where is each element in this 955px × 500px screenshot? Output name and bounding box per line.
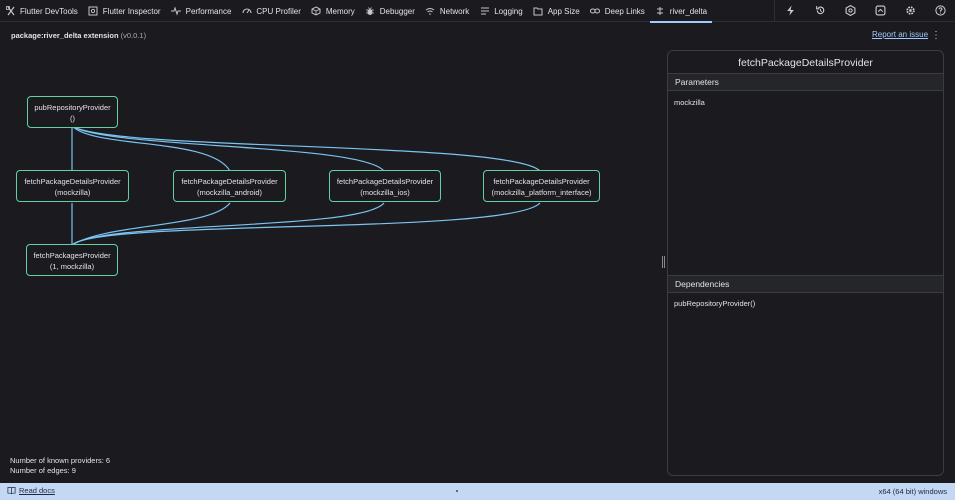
memory-icon xyxy=(311,6,322,17)
node-label: fetchPackagesProvider xyxy=(33,251,111,260)
graph-edge xyxy=(71,125,385,172)
export-button[interactable] xyxy=(865,0,895,22)
tab-label: river_delta xyxy=(669,6,708,16)
graph-node[interactable]: fetchPackageDetailsProvider (mockzilla_i… xyxy=(329,170,441,202)
tab-flutter-devtools[interactable]: Flutter DevTools xyxy=(0,0,83,22)
provider-count: Number of known providers: 6 xyxy=(10,456,111,465)
report-issue-link[interactable]: Report an issue xyxy=(872,30,928,39)
tab-label: Performance xyxy=(185,6,232,16)
tab-label: CPU Profiler xyxy=(256,6,301,16)
status-separator xyxy=(456,490,458,492)
graph-edge xyxy=(71,202,231,246)
performance-overlay-icon xyxy=(845,4,856,18)
hot-restart-icon xyxy=(815,5,826,18)
tab-label: Debugger xyxy=(379,6,415,16)
node-label: fetchPackageDetailsProvider xyxy=(181,177,278,186)
package-version: (v0.0.1) xyxy=(120,31,147,40)
edge-count: Number of edges: 9 xyxy=(10,466,76,475)
graph-node[interactable]: pubRepositoryProvider () xyxy=(27,96,118,128)
app-size-icon xyxy=(533,6,544,17)
settings-button[interactable] xyxy=(895,0,925,22)
node-args: () xyxy=(70,114,75,123)
inspector-icon xyxy=(88,6,99,17)
performance-overlay-button[interactable] xyxy=(835,0,865,22)
export-icon xyxy=(875,5,886,18)
node-args: (mockzilla) xyxy=(54,188,91,197)
node-label: fetchPackageDetailsProvider xyxy=(24,177,121,186)
tab-debugger[interactable]: Debugger xyxy=(360,0,420,22)
tab-label: App Size xyxy=(547,6,580,16)
debugger-icon xyxy=(365,6,376,17)
flutter-devtools-icon xyxy=(5,6,16,17)
parameters-value: mockzilla xyxy=(674,98,705,107)
hot-reload-button[interactable] xyxy=(775,0,805,22)
tab-label: Deep Links xyxy=(604,6,645,16)
graph-node[interactable]: fetchPackagesProvider (1, mockzilla) xyxy=(26,244,118,276)
tab-performance[interactable]: Performance xyxy=(166,0,237,22)
settings-icon xyxy=(905,5,916,18)
graph-node[interactable]: fetchPackageDetailsProvider (mockzilla_p… xyxy=(483,170,600,202)
tab-deep-links[interactable]: Deep Links xyxy=(585,0,650,22)
dependencies-heading: Dependencies xyxy=(668,275,943,293)
tab-label: Memory xyxy=(325,6,355,16)
extension-icon xyxy=(655,6,666,17)
split-divider-handle[interactable] xyxy=(661,256,665,268)
help-icon xyxy=(934,4,946,18)
provider-details-panel: fetchPackageDetailsProvider Parameters m… xyxy=(667,50,944,476)
node-label: fetchPackageDetailsProvider xyxy=(336,177,434,186)
toolbar-actions xyxy=(774,0,955,22)
platform-info: x64 (64 bit) windows xyxy=(878,487,947,496)
tab-app-size[interactable]: App Size xyxy=(528,0,585,22)
tab-logging[interactable]: Logging xyxy=(474,0,527,22)
read-docs[interactable]: Read docs xyxy=(7,486,55,495)
hot-restart-button[interactable] xyxy=(805,0,835,22)
devtools-tab-bar: Flutter DevTools Flutter Inspector Perfo… xyxy=(0,0,955,23)
tab-label: Flutter DevTools xyxy=(20,6,78,16)
graph-node[interactable]: fetchPackageDetailsProvider (mockzilla) xyxy=(16,170,129,202)
parameters-heading: Parameters xyxy=(668,73,943,91)
panel-title: fetchPackageDetailsProvider xyxy=(738,57,873,69)
node-args: (mockzilla_android) xyxy=(196,188,263,197)
node-args: (1, mockzilla) xyxy=(49,262,95,271)
hot-reload-icon xyxy=(785,5,796,18)
tab-label: Flutter Inspector xyxy=(102,6,161,16)
node-args: (mockzilla_ios) xyxy=(360,188,410,197)
tab-label: Network xyxy=(439,6,470,16)
tab-river-delta[interactable]: river_delta xyxy=(649,0,713,23)
dependency-item[interactable]: pubRepositoryProvider() xyxy=(674,299,755,308)
cpu-profiler-icon xyxy=(241,6,252,17)
node-label: pubRepositoryProvider xyxy=(34,103,111,112)
provider-graph: pubRepositoryProvider () fetchPackageDet… xyxy=(0,45,660,455)
read-docs-link[interactable]: Read docs xyxy=(19,486,55,495)
node-args: (mockzilla_platform_interface) xyxy=(491,188,592,197)
tab-memory[interactable]: Memory xyxy=(306,0,360,22)
more-options-icon[interactable]: ⋮ xyxy=(931,29,941,41)
graph-edge xyxy=(71,202,541,246)
graph-node[interactable]: fetchPackageDetailsProvider (mockzilla_a… xyxy=(173,170,286,202)
tab-flutter-inspector[interactable]: Flutter Inspector xyxy=(83,0,166,22)
help-button[interactable] xyxy=(925,0,955,22)
node-label: fetchPackageDetailsProvider xyxy=(493,177,590,186)
tab-list: Flutter DevTools Flutter Inspector Perfo… xyxy=(0,0,713,23)
graph-edge xyxy=(71,125,541,172)
graph-stats: Number of known providers: 6 Number of e… xyxy=(10,456,110,476)
status-bar: Read docs x64 (64 bit) windows xyxy=(0,483,955,500)
logging-icon xyxy=(479,6,490,17)
tab-network[interactable]: Network xyxy=(420,0,474,22)
book-icon xyxy=(7,486,16,495)
extension-package-label: package:river_delta extension (v0.0.1) xyxy=(11,31,146,40)
deep-links-icon xyxy=(590,6,601,17)
graph-edge xyxy=(71,202,385,246)
performance-icon xyxy=(171,6,182,17)
tab-label: Logging xyxy=(494,6,523,16)
tab-cpu-profiler[interactable]: CPU Profiler xyxy=(236,0,305,22)
network-icon xyxy=(425,6,436,17)
package-name: package:river_delta extension xyxy=(11,31,119,40)
